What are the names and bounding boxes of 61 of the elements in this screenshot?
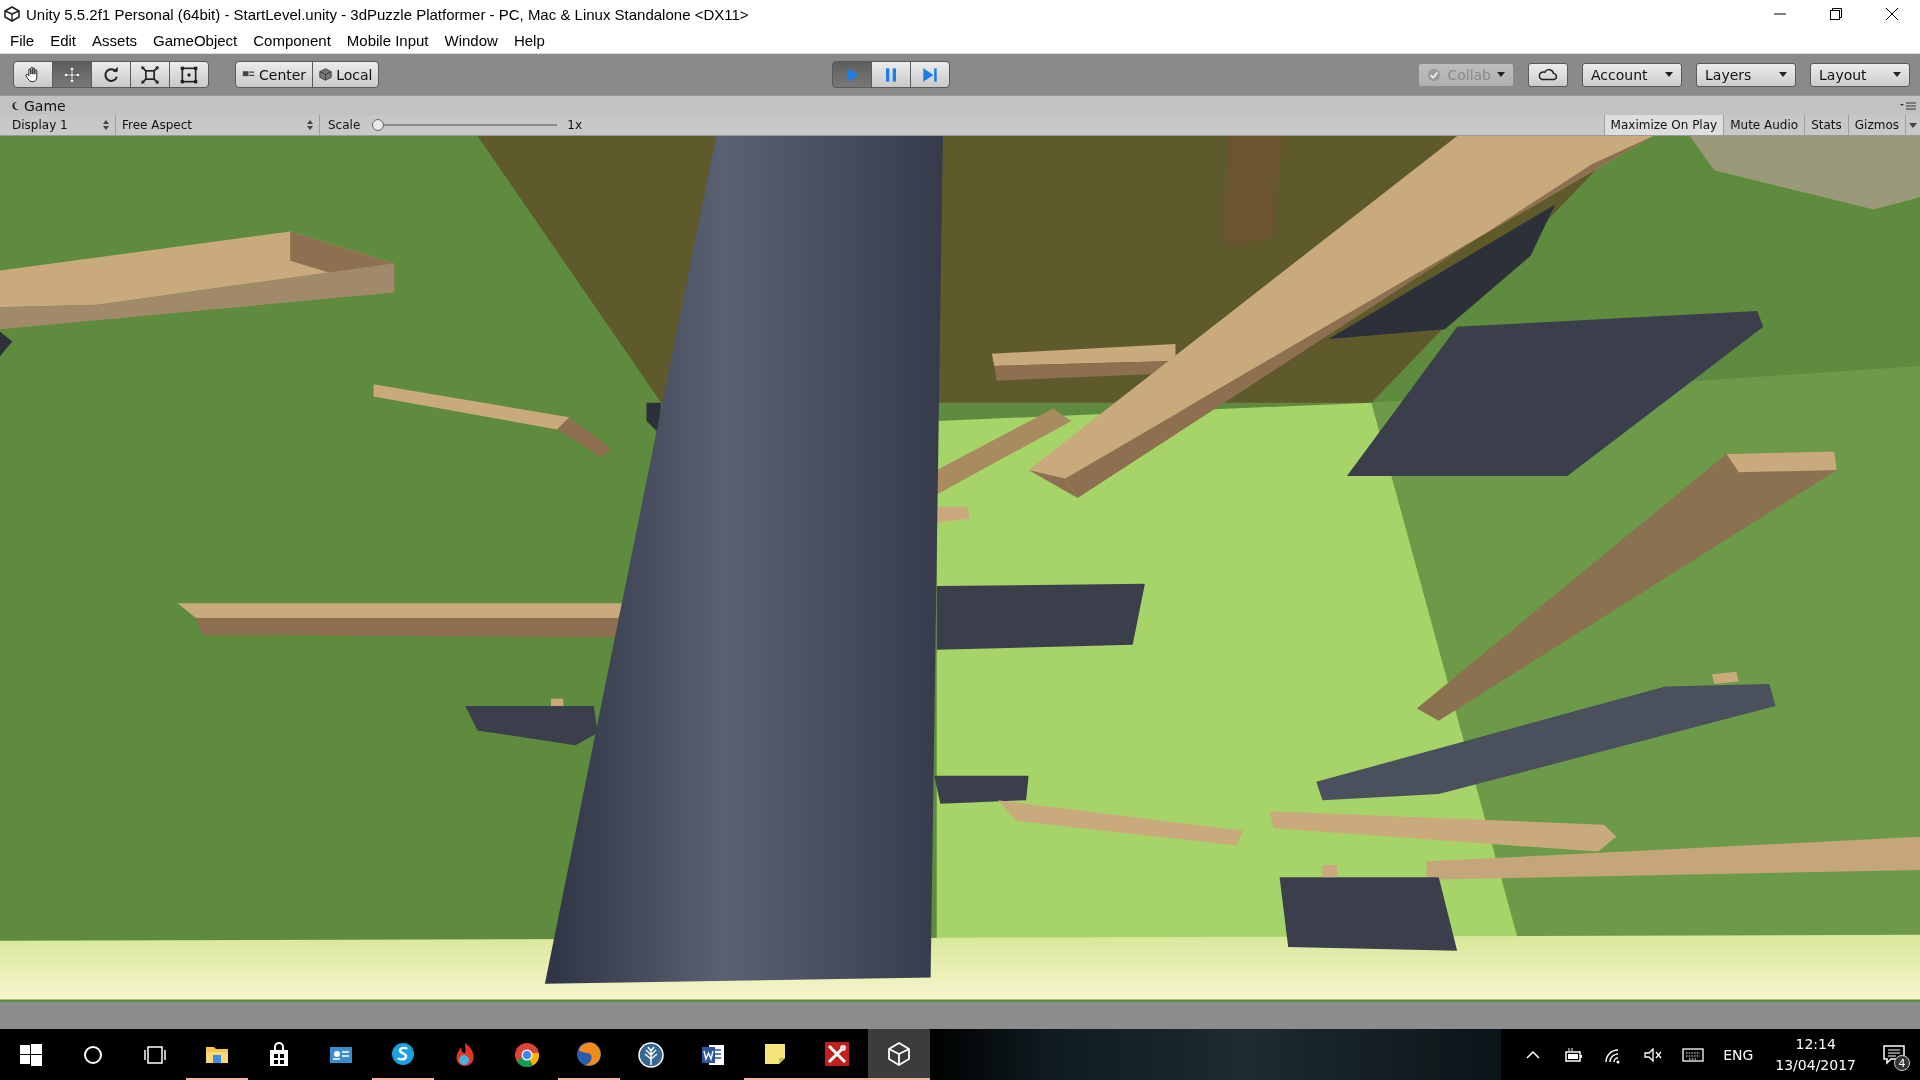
tool-button[interactable]	[13, 61, 53, 88]
scale-slider[interactable]	[372, 119, 558, 131]
tools-icon	[823, 1039, 851, 1068]
dropdown-button[interactable]: Account	[1582, 62, 1682, 87]
window-title: Unity 5.5.2f1 Personal (64bit) - StartLevel.unity - 3dPuzzle Platformer - PC, Mac & Linux Standalone <DX11>	[26, 5, 750, 23]
up-down-arrows-icon	[103, 120, 109, 130]
keyboard-icon	[1682, 1045, 1705, 1064]
menu-item[interactable]: Component	[245, 32, 339, 49]
cube-icon	[319, 68, 333, 81]
menu-item[interactable]: Mobile Input	[338, 32, 437, 49]
notifications-button[interactable]: 4	[1868, 1029, 1920, 1080]
display-dropdown[interactable]: Display 1	[6, 115, 116, 135]
clock-time[interactable]: 12:14	[1795, 1033, 1836, 1055]
game-tab[interactable]: Game	[10, 97, 66, 114]
dropdown-button[interactable]: Layers	[1696, 62, 1796, 87]
taskbar-app-button[interactable]	[868, 1029, 930, 1080]
up-down-arrows-icon	[307, 120, 313, 130]
pivot-button[interactable]: Local	[312, 61, 380, 88]
panel-menu-icon	[1900, 100, 1916, 111]
checkmark-icon	[1427, 67, 1442, 82]
tool-button[interactable]	[130, 61, 170, 88]
caret-icon	[1893, 72, 1901, 77]
unity-logo-icon	[4, 6, 20, 22]
speech-bubble-icon	[1882, 1043, 1906, 1066]
scale-value: 1x	[567, 118, 583, 132]
playback-button[interactable]	[910, 61, 951, 88]
menu-item[interactable]: Help	[505, 32, 553, 49]
caret-icon	[1779, 72, 1787, 77]
globe-icon	[575, 1039, 603, 1068]
playback-button[interactable]	[871, 61, 912, 88]
close-icon	[1886, 8, 1898, 20]
menu-item[interactable]: Edit	[42, 32, 85, 49]
gizmos-dropdown-button[interactable]	[1905, 115, 1920, 135]
caret-icon	[1665, 72, 1673, 77]
dropdown-button[interactable]: Layout	[1810, 62, 1910, 87]
scale-label: Scale	[328, 118, 361, 132]
browser-circle-icon	[513, 1040, 541, 1069]
toggle-button[interactable]: Maximize On Play	[1603, 115, 1724, 135]
clock-date[interactable]: 13/04/2017	[1775, 1054, 1856, 1076]
playback-button[interactable]	[832, 61, 873, 88]
caret-icon	[1909, 122, 1917, 128]
move-arrows-icon	[62, 64, 82, 85]
caret-icon	[1497, 72, 1505, 77]
tree-icon	[637, 1040, 665, 1069]
tool-button[interactable]	[169, 61, 209, 88]
scale-arrows-icon	[140, 64, 160, 85]
language-indicator[interactable]: ENG	[1713, 1046, 1764, 1063]
menu-item[interactable]: Window	[436, 32, 506, 49]
cube-logo-icon	[885, 1039, 913, 1068]
aspect-dropdown[interactable]: Free Aspect	[116, 115, 320, 135]
menu-item[interactable]: GameObject	[145, 32, 246, 49]
pivot-button[interactable]: Center	[235, 61, 314, 88]
rect-transform-icon	[179, 64, 199, 85]
menu-item[interactable]: Assets	[84, 32, 146, 49]
battery-icon	[1562, 1045, 1585, 1064]
slider-thumb[interactable]	[372, 119, 385, 131]
cloud-button[interactable]	[1528, 62, 1568, 87]
restore-icon	[1830, 8, 1842, 20]
notification-count: 4	[1894, 1055, 1910, 1071]
tool-button[interactable]	[91, 61, 131, 88]
menu-item[interactable]: File	[2, 32, 43, 49]
